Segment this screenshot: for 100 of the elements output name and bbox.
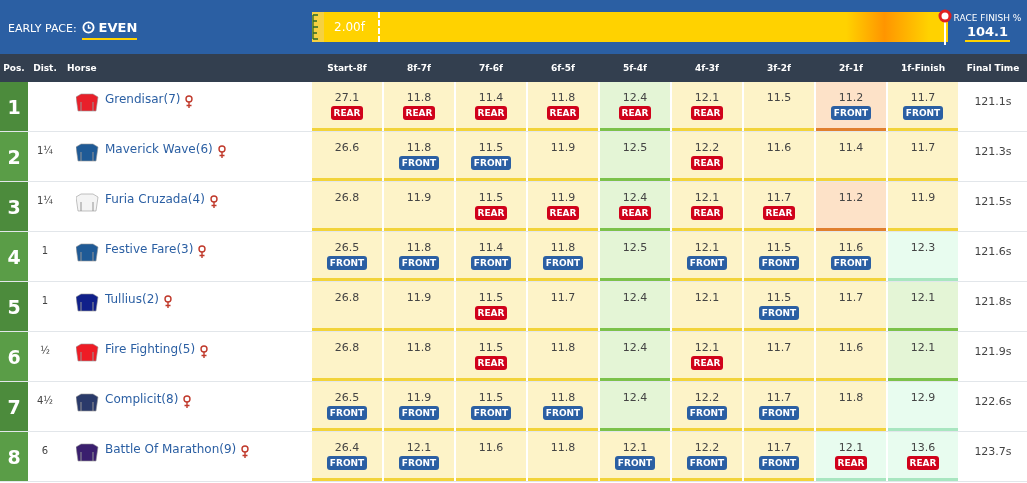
position-tag: FRONT xyxy=(758,406,800,420)
column-header: Dist. xyxy=(32,63,58,73)
position-tag: FRONT xyxy=(758,256,800,270)
split-time: 11.8 xyxy=(550,391,576,404)
distance-text: 4½ xyxy=(35,394,55,408)
split-time: 11.7 xyxy=(550,291,576,304)
position-number: 4 xyxy=(0,232,28,281)
female-symbol-icon xyxy=(209,195,218,208)
position-tag: FRONT xyxy=(830,256,872,270)
split-time: 12.1 xyxy=(694,241,720,254)
female-symbol-icon xyxy=(164,295,172,308)
female-symbol-icon xyxy=(183,395,192,408)
split-time: 11.7 xyxy=(766,191,792,204)
split-time: 27.1 xyxy=(334,91,360,104)
distance-text: 1 xyxy=(40,244,50,258)
split-time: 12.1 xyxy=(694,91,720,104)
position-tag: REAR xyxy=(834,456,868,470)
position-tag: FRONT xyxy=(542,406,584,420)
position-tag: FRONT xyxy=(614,456,656,470)
split-time: 26.8 xyxy=(334,291,360,304)
final-time: 121.8s xyxy=(973,294,1013,310)
split-time: 11.5 xyxy=(478,291,504,304)
split-time: 26.8 xyxy=(334,191,360,204)
split-time: 12.4 xyxy=(622,191,648,204)
split-time: 11.7 xyxy=(838,291,864,304)
final-time: 121.9s xyxy=(973,344,1013,360)
split-time: 11.8 xyxy=(406,241,432,254)
position-tag: REAR xyxy=(690,106,724,120)
position-tag: REAR xyxy=(762,206,796,220)
pace-marker-label: 2.00f xyxy=(334,20,365,34)
female-symbol-icon xyxy=(200,345,209,358)
column-header: 2f-1f xyxy=(838,63,864,73)
column-header: Final Time xyxy=(965,63,1021,73)
horse-name[interactable]: Festive Fare(3) xyxy=(105,242,194,256)
position-tag: REAR xyxy=(690,356,724,370)
split-time: 11.9 xyxy=(550,191,576,204)
column-header: Horse xyxy=(66,63,98,73)
position-tag: FRONT xyxy=(830,106,872,120)
position-tag: FRONT xyxy=(398,456,440,470)
position-number: 6 xyxy=(0,332,28,381)
position-tag: REAR xyxy=(618,106,652,120)
horse-name[interactable]: Furia Cruzada(4) xyxy=(105,192,205,206)
horse-name[interactable]: Grendisar(7) xyxy=(105,92,181,106)
finish-post-icon xyxy=(938,9,952,45)
position-tag: REAR xyxy=(906,456,940,470)
column-header: 8f-7f xyxy=(406,63,432,73)
distance-text: 1¼ xyxy=(35,194,55,208)
horse-name[interactable]: Complicit(8) xyxy=(105,392,179,406)
column-header: 6f-5f xyxy=(550,63,576,73)
position-tag: REAR xyxy=(690,156,724,170)
split-time: 12.2 xyxy=(694,141,720,154)
split-time: 26.5 xyxy=(334,241,360,254)
split-time: 11.4 xyxy=(478,241,504,254)
position-tag: FRONT xyxy=(398,406,440,420)
split-time: 12.1 xyxy=(694,291,720,304)
position-number: 3 xyxy=(0,182,28,231)
final-time: 121.1s xyxy=(973,94,1013,110)
split-time: 26.4 xyxy=(334,441,360,454)
final-time: 122.6s xyxy=(973,394,1013,410)
horse-name[interactable]: Fire Fighting(5) xyxy=(105,342,196,356)
split-time: 11.8 xyxy=(550,341,576,354)
position-tag: FRONT xyxy=(470,156,512,170)
horse-name[interactable]: Maverick Wave(6) xyxy=(105,142,213,156)
split-time: 12.5 xyxy=(622,141,648,154)
female-symbol-icon xyxy=(185,95,194,108)
female-symbol-icon xyxy=(198,245,207,258)
split-time: 11.2 xyxy=(838,191,864,204)
position-tag: FRONT xyxy=(686,256,728,270)
split-time: 11.5 xyxy=(766,241,792,254)
position-tag: REAR xyxy=(474,206,508,220)
split-time: 12.9 xyxy=(910,391,936,404)
split-time: 11.7 xyxy=(766,441,792,454)
split-time: 11.5 xyxy=(766,291,792,304)
early-pace-value: EVEN xyxy=(81,19,138,40)
female-symbol-icon xyxy=(217,145,226,158)
starting-stalls-icon xyxy=(312,12,324,42)
split-time: 11.4 xyxy=(478,91,504,104)
split-time: 11.7 xyxy=(766,391,792,404)
column-header: Pos. xyxy=(2,63,26,73)
split-time: 12.4 xyxy=(622,291,648,304)
horse-name[interactable]: Battle Of Marathon(9) xyxy=(105,442,237,456)
position-number: 1 xyxy=(0,82,28,131)
position-number: 2 xyxy=(0,132,28,181)
split-time: 12.2 xyxy=(694,391,720,404)
split-time: 11.5 xyxy=(478,141,504,154)
split-time: 12.4 xyxy=(622,91,648,104)
final-time: 123.7s xyxy=(973,444,1013,460)
split-time: 12.1 xyxy=(694,191,720,204)
horse-name[interactable]: Tullius(2) xyxy=(105,292,159,306)
position-tag: FRONT xyxy=(758,306,800,320)
split-time: 12.5 xyxy=(622,241,648,254)
position-tag: FRONT xyxy=(326,406,368,420)
split-time: 12.4 xyxy=(622,391,648,404)
position-tag: FRONT xyxy=(902,106,944,120)
early-pace-label: EARLY PACE: xyxy=(8,22,77,35)
split-time: 11.8 xyxy=(406,141,432,154)
split-time: 11.5 xyxy=(478,391,504,404)
split-time: 11.4 xyxy=(838,141,864,154)
position-tag: FRONT xyxy=(326,456,368,470)
final-time: 121.3s xyxy=(973,144,1013,160)
